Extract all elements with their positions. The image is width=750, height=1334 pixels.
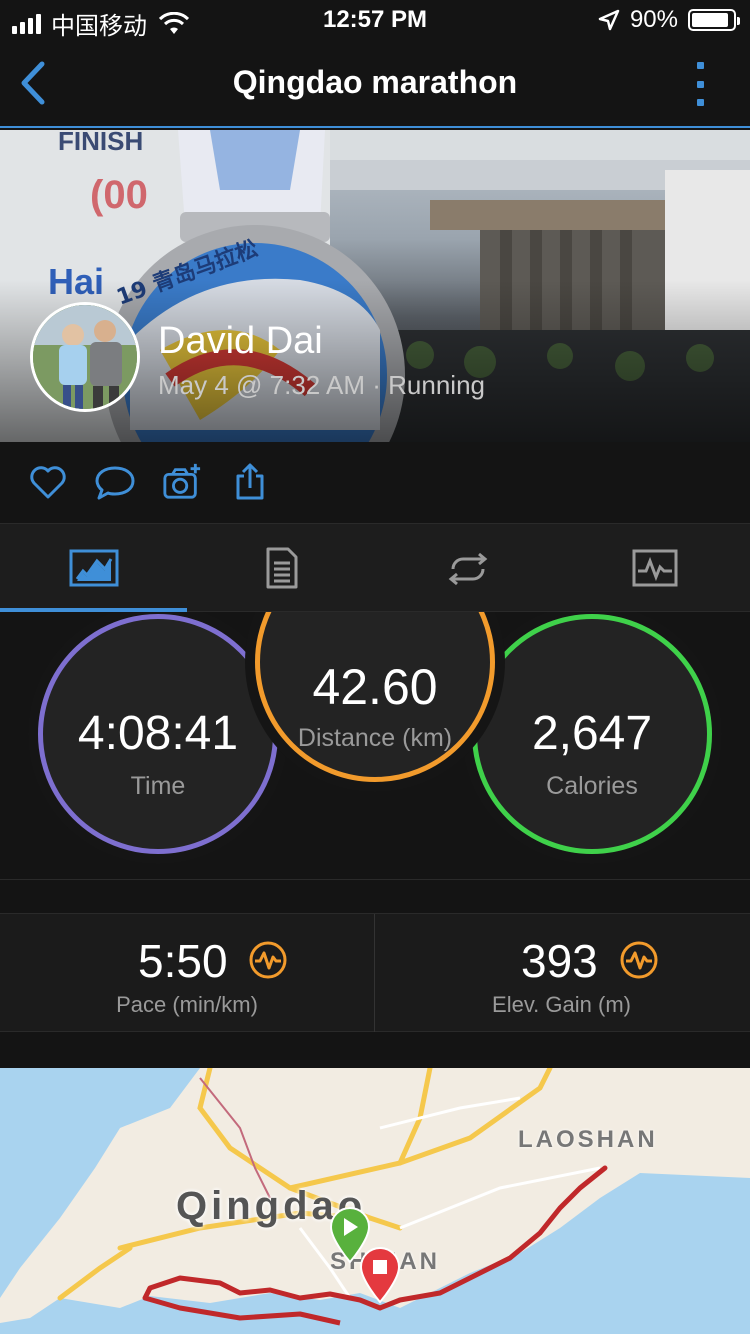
activity-tabs [0, 524, 750, 612]
laps-icon [448, 552, 487, 586]
svg-text:(00: (00 [90, 173, 148, 217]
activity-cover-photo[interactable]: FINISH (00 Hai 19 青岛马拉松 David Dai May 4 … [0, 130, 750, 442]
location-arrow-icon [598, 9, 620, 31]
calories-stat: 2,647 Calories [472, 614, 712, 854]
time-label: Time [130, 772, 186, 800]
page-title: Qingdao marathon [232, 64, 518, 100]
distance-label: Distance (km) [297, 724, 453, 752]
pace-label: Pace (min/km) [116, 992, 258, 1017]
social-actions-bar [0, 442, 750, 524]
battery-icon [688, 9, 740, 31]
user-name[interactable]: David Dai [158, 320, 323, 363]
svg-text:FINISH: FINISH [58, 130, 143, 156]
chart-icon [632, 549, 677, 587]
share-icon[interactable] [230, 462, 270, 502]
tab-overview[interactable] [0, 524, 187, 612]
more-vertical-icon[interactable] [692, 62, 708, 106]
tab-details[interactable] [187, 524, 374, 612]
add-photo-icon[interactable] [162, 462, 202, 502]
document-icon [266, 547, 297, 589]
pulse-icon [620, 941, 658, 979]
calories-label: Calories [546, 772, 638, 800]
route-map[interactable]: Qingdao LAOSHAN SHINAN [0, 1068, 750, 1334]
comment-icon[interactable] [95, 462, 135, 502]
status-bar: 中国移动 12:57 PM 90% [0, 0, 750, 40]
activity-date-type: May 4 @ 7:32 AM · Running [158, 370, 485, 400]
like-icon[interactable] [28, 462, 68, 502]
elevation-metric[interactable]: 393 Elev. Gain (m) [374, 914, 748, 1032]
summary-stats: 4:08:41 Time 2,647 Calories 42.60 Distan… [0, 612, 750, 880]
tab-laps[interactable] [374, 524, 561, 612]
distance-stat: 42.60 Distance (km) [255, 612, 495, 782]
elevation-value: 393 [521, 935, 598, 987]
secondary-metrics: 5:50 Pace (min/km) 393 Elev. Gain (m) [0, 914, 750, 1032]
navigation-bar: Qingdao marathon [0, 40, 750, 128]
overview-icon [69, 549, 118, 587]
time-value: 4:08:41 [77, 707, 239, 760]
elevation-label: Elev. Gain (m) [492, 992, 631, 1017]
user-avatar[interactable] [30, 302, 140, 412]
pace-metric[interactable]: 5:50 Pace (min/km) [0, 914, 374, 1032]
pulse-icon [249, 941, 287, 979]
pace-value: 5:50 [138, 935, 228, 987]
calories-value: 2,647 [531, 707, 653, 760]
time-stat: 4:08:41 Time [38, 614, 278, 854]
end-pin-icon[interactable] [358, 1246, 402, 1304]
battery-percent: 90% [629, 6, 678, 33]
tab-charts[interactable] [561, 524, 748, 612]
distance-value: 42.60 [312, 659, 438, 715]
